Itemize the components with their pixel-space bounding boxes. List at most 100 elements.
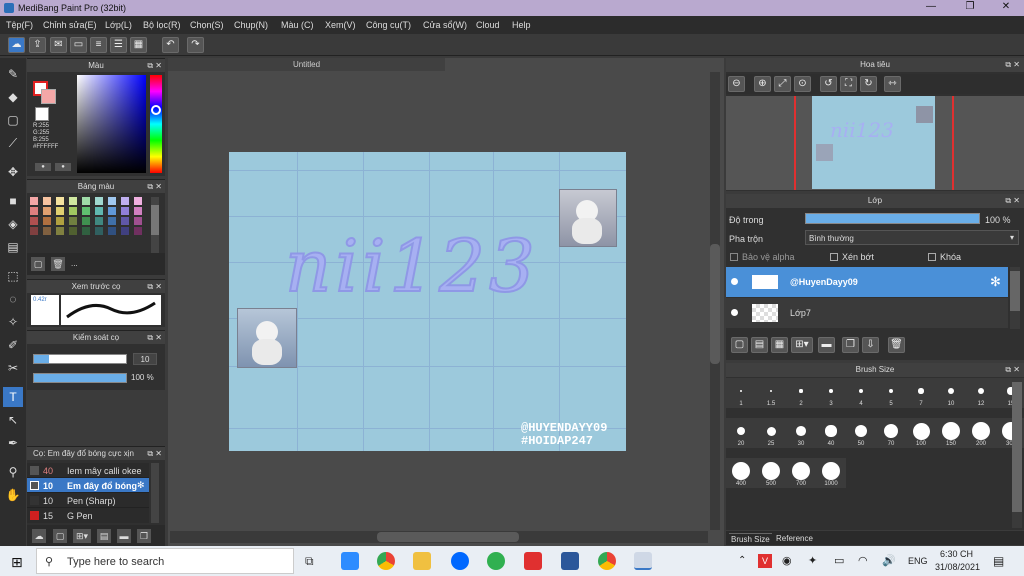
zoom-app-icon[interactable] [341, 552, 359, 570]
panel-controls-icon[interactable]: ⧉ ✕ [147, 280, 162, 293]
saturation-value-picker[interactable] [77, 75, 146, 173]
palette-swatch[interactable] [95, 227, 103, 235]
operation-tool-icon[interactable]: ↖ [3, 410, 23, 430]
list-icon[interactable]: ☰ [110, 37, 127, 53]
brush-size-option[interactable]: 1.5 [756, 378, 786, 408]
menu-filter[interactable]: Bộ lọc(R) [143, 20, 181, 30]
palette-swatch[interactable] [95, 197, 103, 205]
cloud-icon[interactable]: ☁ [8, 37, 25, 53]
task-view-icon[interactable]: ⧉ [305, 554, 314, 569]
shape-tool-icon[interactable]: ▢ [3, 110, 23, 130]
palette-swatch[interactable] [30, 207, 38, 215]
background-color-swatch[interactable] [41, 89, 56, 104]
brush-size-scrollbar[interactable] [1012, 378, 1022, 528]
brush-size-option[interactable]: 12 [966, 378, 996, 408]
brush-size-option[interactable]: 10 [936, 378, 966, 408]
visibility-icon[interactable] [731, 309, 738, 316]
lasso-tool-icon[interactable]: ◌ [3, 289, 23, 309]
brush-settings-gear-icon[interactable]: ✻ [137, 480, 145, 491]
notification-icon[interactable]: ▤ [993, 554, 1004, 568]
select-eraser-tool-icon[interactable]: ✂ [3, 358, 23, 378]
brush-size-option[interactable]: 500 [756, 458, 786, 488]
wifi-icon[interactable]: ◠ [858, 554, 868, 567]
palette-swatch[interactable] [134, 217, 142, 225]
comment-icon[interactable]: ✉ [50, 37, 67, 53]
clipping-checkbox[interactable] [830, 253, 838, 261]
palette-swatch[interactable] [69, 207, 77, 215]
layer-opacity-slider[interactable] [805, 213, 980, 224]
zoom-out-icon[interactable]: ⊖ [728, 76, 745, 92]
menu-cloud[interactable]: Cloud [476, 20, 500, 30]
panel-controls-icon[interactable]: ⧉ ✕ [147, 59, 162, 72]
palette-swatch[interactable] [56, 207, 64, 215]
wps-icon[interactable] [524, 552, 542, 570]
copy-brush-icon[interactable]: ▤ [97, 529, 111, 543]
brush-list-item[interactable]: 40 Iem mây calli okee [27, 463, 149, 478]
word-icon[interactable] [561, 552, 579, 570]
palette-scrollbar[interactable] [151, 197, 159, 257]
zalo-icon[interactable] [451, 552, 469, 570]
eraser-tool-icon[interactable]: ◆ [3, 87, 23, 107]
palette-swatch[interactable] [121, 207, 129, 215]
clock-date[interactable]: 31/08/2021 [935, 562, 980, 572]
brush-list-item-selected[interactable]: 10 Em đây đổ bóng ✻ [27, 478, 149, 493]
brush-size-option[interactable]: 5 [876, 378, 906, 408]
menu-capture[interactable]: Chụp(N) [234, 20, 268, 30]
palette-swatch[interactable] [134, 197, 142, 205]
palette-swatch[interactable] [43, 197, 51, 205]
palette-swatch[interactable] [82, 217, 90, 225]
add-color-icon[interactable]: ● [55, 163, 71, 171]
battery-icon[interactable]: ▭ [834, 554, 844, 567]
brush-tool-icon[interactable]: ✎ [3, 64, 23, 84]
delete-palette-icon[interactable]: 🗑 [51, 257, 65, 271]
antivirus-icon[interactable]: V [758, 554, 772, 568]
redo-icon[interactable]: ↷ [187, 37, 204, 53]
hue-slider[interactable] [150, 75, 162, 173]
panel-controls-icon[interactable]: ⧉ ✕ [147, 180, 162, 193]
layer-folder-icon[interactable]: ▬ [818, 337, 835, 353]
folder-icon[interactable]: ▬ [117, 529, 131, 543]
document-icon[interactable]: ≡ [90, 37, 107, 53]
brush-size-option[interactable]: 50 [846, 418, 876, 448]
brush-size-option[interactable]: 20 [726, 418, 756, 448]
brush-size-option[interactable]: 2 [786, 378, 816, 408]
palette-swatch[interactable] [95, 217, 103, 225]
palette-swatch[interactable] [43, 217, 51, 225]
layer-row-selected[interactable]: @HuyenDayy09 ✻ [726, 267, 1008, 297]
network-tray-icon[interactable]: ✦ [808, 554, 817, 567]
move-tool-icon[interactable]: ✥ [3, 162, 23, 182]
zoom-in-icon[interactable]: ⊕ [754, 76, 771, 92]
chevron-up-icon[interactable]: ⌃ [738, 555, 746, 566]
brush-size-option[interactable]: 4 [846, 378, 876, 408]
brush-size-option[interactable]: 150 [936, 418, 966, 448]
swap-color-icon[interactable]: ● [35, 163, 51, 171]
close-button[interactable]: ✕ [993, 1, 1019, 15]
brush-list-item[interactable]: 10 Pen (Sharp) [27, 493, 149, 508]
layer-settings-gear-icon[interactable]: ✻ [990, 274, 1001, 290]
gradient-tool-icon[interactable]: ▤ [3, 237, 23, 257]
menu-color[interactable]: Màu (C) [281, 20, 314, 30]
brush-size-slider[interactable] [33, 354, 127, 364]
current-color-box[interactable] [35, 107, 49, 121]
palette-more-button[interactable]: ... [71, 259, 78, 268]
document-tab[interactable]: Untitled [168, 58, 445, 71]
menu-help[interactable]: Help [512, 20, 531, 30]
menu-tools[interactable]: Công cụ(T) [366, 20, 411, 30]
brush-size-option[interactable]: 40 [816, 418, 846, 448]
brush-size-option[interactable]: 1 [726, 378, 756, 408]
blend-mode-select[interactable]: Bình thường ▾ [805, 230, 1019, 245]
layer-scrollbar[interactable] [1010, 267, 1020, 329]
palette-swatch[interactable] [82, 197, 90, 205]
eyedropper-tool-icon[interactable]: ⚲ [3, 462, 23, 482]
clock-time[interactable]: 6:30 CH [940, 549, 973, 559]
merge-layer-icon[interactable]: ⇩ [862, 337, 879, 353]
layer-row[interactable]: Lớp7 [726, 298, 1008, 328]
add-layer-dropdown-icon[interactable]: ⊞▾ [791, 337, 813, 353]
fill-rect-tool-icon[interactable]: ■ [3, 191, 23, 211]
chrome-icon[interactable] [377, 552, 395, 570]
palette-swatch[interactable] [69, 197, 77, 205]
magic-wand-tool-icon[interactable]: ✧ [3, 312, 23, 332]
brush-size-option[interactable]: 100 [906, 418, 936, 448]
brush-size-option[interactable]: 3 [816, 378, 846, 408]
menu-edit[interactable]: Chỉnh sửa(E) [43, 20, 97, 30]
